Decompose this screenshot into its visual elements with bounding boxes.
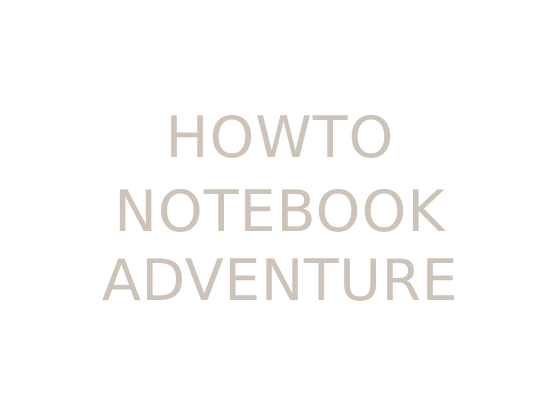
logo-line-adventure: ADVENTURE	[101, 248, 459, 314]
logo-line-notebook: NOTEBOOK	[114, 179, 446, 245]
logo-line-howto: HOWTO	[165, 105, 395, 171]
logo-wordmark: HOWTO NOTEBOOK ADVENTURE	[0, 0, 560, 400]
